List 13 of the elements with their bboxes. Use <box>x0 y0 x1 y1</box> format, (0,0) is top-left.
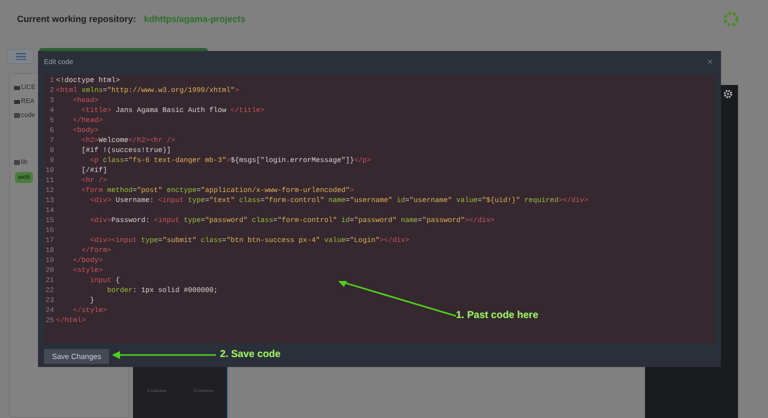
folder-icon <box>14 160 20 165</box>
settings-icon[interactable] <box>723 89 733 99</box>
code-editor[interactable] <box>45 74 715 343</box>
annotation-text: 1. Past code here <box>456 310 538 321</box>
file-icon <box>14 100 20 104</box>
ring-logo-icon <box>723 11 739 27</box>
menu-icon <box>16 53 26 60</box>
folder-icon <box>14 113 20 118</box>
repository-label: Current working repository: <box>17 14 136 24</box>
menu-button[interactable] <box>7 49 34 64</box>
file-icon <box>14 86 20 90</box>
annotation-text: 2. Save code <box>220 349 281 360</box>
close-button[interactable]: × <box>707 57 713 68</box>
